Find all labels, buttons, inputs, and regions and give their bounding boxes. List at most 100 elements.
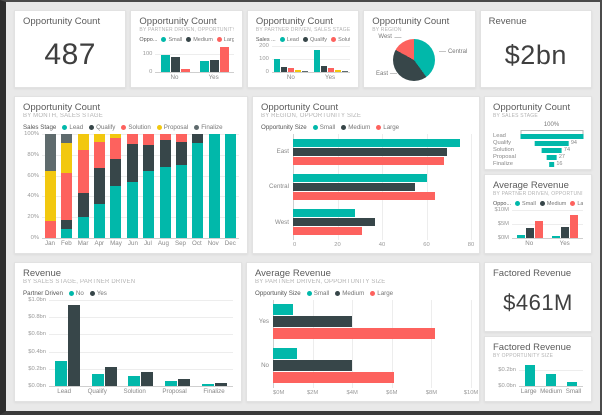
legend-item-small[interactable]: Small <box>313 124 335 131</box>
bar-group-jul[interactable] <box>143 134 154 238</box>
legend-item-solution[interactable]: Solution <box>331 37 350 43</box>
legend-item-qualify[interactable]: Qualify <box>303 37 327 43</box>
bar-group-aug[interactable] <box>160 134 171 238</box>
funnel-row-proposal[interactable]: Proposal27 <box>493 154 583 161</box>
tile-factored-revenue-by-size[interactable]: Factored RevenueBY OPPORTUNITY SIZE$0.2b… <box>484 336 592 402</box>
legend-item-medium[interactable]: Medium <box>341 124 370 131</box>
bar-group-jun[interactable] <box>127 134 138 238</box>
bar-group-finalize[interactable] <box>202 300 227 386</box>
y-tick-label: $0.8bn <box>28 314 46 320</box>
bar-group-proposal[interactable] <box>165 300 190 386</box>
tile-opportunity-count-by-month-sales-stage[interactable]: Opportunity CountBY MONTH, SALES STAGESa… <box>14 96 248 254</box>
legend-item-large[interactable]: Large <box>217 37 234 43</box>
legend-item-finalize[interactable]: Finalize <box>194 124 222 131</box>
tile-average-revenue-columns[interactable]: Average RevenueBY PARTNER DRIVEN, OPPORT… <box>484 174 592 254</box>
legend-item-small[interactable]: Small <box>161 37 182 43</box>
bar-row-central[interactable] <box>293 174 471 200</box>
category-axis: EastCentralWest <box>261 134 293 240</box>
segment-qualify <box>192 134 203 143</box>
bar-group-dec[interactable] <box>225 134 236 238</box>
legend-item-small[interactable]: Small <box>307 290 329 297</box>
legend-item-lead[interactable]: Lead <box>280 37 299 43</box>
legend-dot-icon <box>89 125 94 130</box>
bar-group-qualify[interactable] <box>92 300 117 386</box>
tile-opportunity-count-funnel[interactable]: Opportunity CountBY SALES STAGE100%LeadQ… <box>484 96 592 170</box>
tile-opportunity-count-by-partner-driven-stage[interactable]: Opportunity CountBY PARTNER DRIVEN, SALE… <box>247 10 359 88</box>
legend-dot-icon <box>303 37 308 42</box>
bar-lead <box>274 59 280 72</box>
bar-group-yes[interactable] <box>552 210 578 238</box>
pie-circle[interactable] <box>393 39 435 81</box>
legend-item-lead[interactable]: Lead <box>62 124 83 131</box>
tile-opportunity-count-by-region-size[interactable]: Opportunity CountBY REGION, OPPORTUNITY … <box>252 96 480 254</box>
x-axis: NoYes <box>512 238 583 249</box>
funnel-bar-finalize <box>549 162 555 167</box>
y-tick-label: $0.0bn <box>28 383 46 389</box>
bar-group-feb[interactable] <box>61 134 72 238</box>
bar-row-east[interactable] <box>293 139 471 165</box>
funnel-row-solution[interactable]: Solution74 <box>493 147 583 154</box>
legend-item-label: Medium <box>547 201 567 207</box>
bar-row-yes[interactable] <box>273 304 471 339</box>
funnel-row-qualify[interactable]: Qualify94 <box>493 140 583 147</box>
x-tick-label: Aug <box>158 240 169 249</box>
legend-item-medium[interactable]: Medium <box>186 37 213 43</box>
y-tick-label: $0.6bn <box>28 331 46 337</box>
stacked-column <box>176 134 187 238</box>
bar-row-no[interactable] <box>273 348 471 383</box>
x-tick-label: 0 <box>293 242 296 248</box>
tile-opportunity-count-by-partner-driven-size[interactable]: Opportunity CountBY PARTNER DRIVEN, OPPO… <box>130 10 242 88</box>
bar-group-apr[interactable] <box>94 134 105 238</box>
bar-group-yes[interactable] <box>200 46 229 72</box>
tile-opportunity-count-by-region-pie[interactable]: Opportunity CountBY REGIONCentralEastWes… <box>363 10 475 88</box>
pie-plot: CentralEastWest <box>372 35 466 83</box>
tile-revenue-by-sales-stage[interactable]: RevenueBY SALES STAGE, PARTNER DRIVENPar… <box>14 262 242 402</box>
bar-group-yes[interactable] <box>314 46 348 72</box>
tile-opportunity-count-card[interactable]: Opportunity Count487 <box>14 10 126 88</box>
legend-item-label: Large <box>224 37 234 43</box>
bar-group-solution[interactable] <box>128 300 153 386</box>
bar-group-no[interactable] <box>517 210 543 238</box>
legend-item-small[interactable]: Small <box>515 201 536 207</box>
bar-group-small[interactable] <box>567 362 577 386</box>
bar-group-large[interactable] <box>525 362 535 386</box>
bar-group-jan[interactable] <box>45 134 56 238</box>
bar-group-oct[interactable] <box>192 134 203 238</box>
legend-item-large[interactable]: Large <box>570 201 583 207</box>
legend-item-large[interactable]: Large <box>376 124 399 131</box>
legend-item-medium[interactable]: Medium <box>335 290 364 297</box>
bar-group-sep[interactable] <box>176 134 187 238</box>
bar-solution <box>328 68 334 72</box>
tile-average-revenue-hbars[interactable]: Average RevenueBY PARTNER DRIVEN, OPPORT… <box>246 262 480 402</box>
bar-group-lead[interactable] <box>55 300 80 386</box>
bar-group-no[interactable] <box>161 46 190 72</box>
bar-group-may[interactable] <box>110 134 121 238</box>
legend-item-proposal[interactable]: Proposal <box>157 124 188 131</box>
legend-item-solution[interactable]: Solution <box>121 124 150 131</box>
chart-subtitle: BY PARTNER DRIVEN, SALES STAGE <box>256 27 350 33</box>
funnel-bar-value: 94 <box>571 140 577 146</box>
tile-factored-revenue-card[interactable]: Factored Revenue$461M <box>484 262 592 332</box>
y-tick-label: 80% <box>27 152 39 158</box>
bar-group-medium[interactable] <box>546 362 556 386</box>
legend-item-label: No <box>76 290 84 297</box>
legend-item-no[interactable]: No <box>69 290 84 297</box>
funnel-row-lead[interactable]: Lead <box>493 133 583 140</box>
bar-row-west[interactable] <box>293 209 471 235</box>
bar-group-nov[interactable] <box>209 134 220 238</box>
bar-group-no[interactable] <box>274 46 308 72</box>
legend-item-medium[interactable]: Medium <box>540 201 567 207</box>
gridline <box>155 72 233 73</box>
tile-revenue-card[interactable]: Revenue$2bn <box>480 10 592 88</box>
bar-group-mar[interactable] <box>78 134 89 238</box>
bar-large <box>293 192 435 200</box>
stacked-column <box>78 134 89 238</box>
funnel-row-finalize[interactable]: Finalize16 <box>493 161 583 168</box>
legend-item-label: Yes <box>97 290 107 297</box>
segment-lead <box>78 217 89 238</box>
x-tick-label: Oct <box>192 240 202 249</box>
legend-item-large[interactable]: Large <box>370 290 393 297</box>
legend-item-qualify[interactable]: Qualify <box>89 124 115 131</box>
bar-qualify <box>321 66 327 72</box>
legend-item-yes[interactable]: Yes <box>90 290 107 297</box>
